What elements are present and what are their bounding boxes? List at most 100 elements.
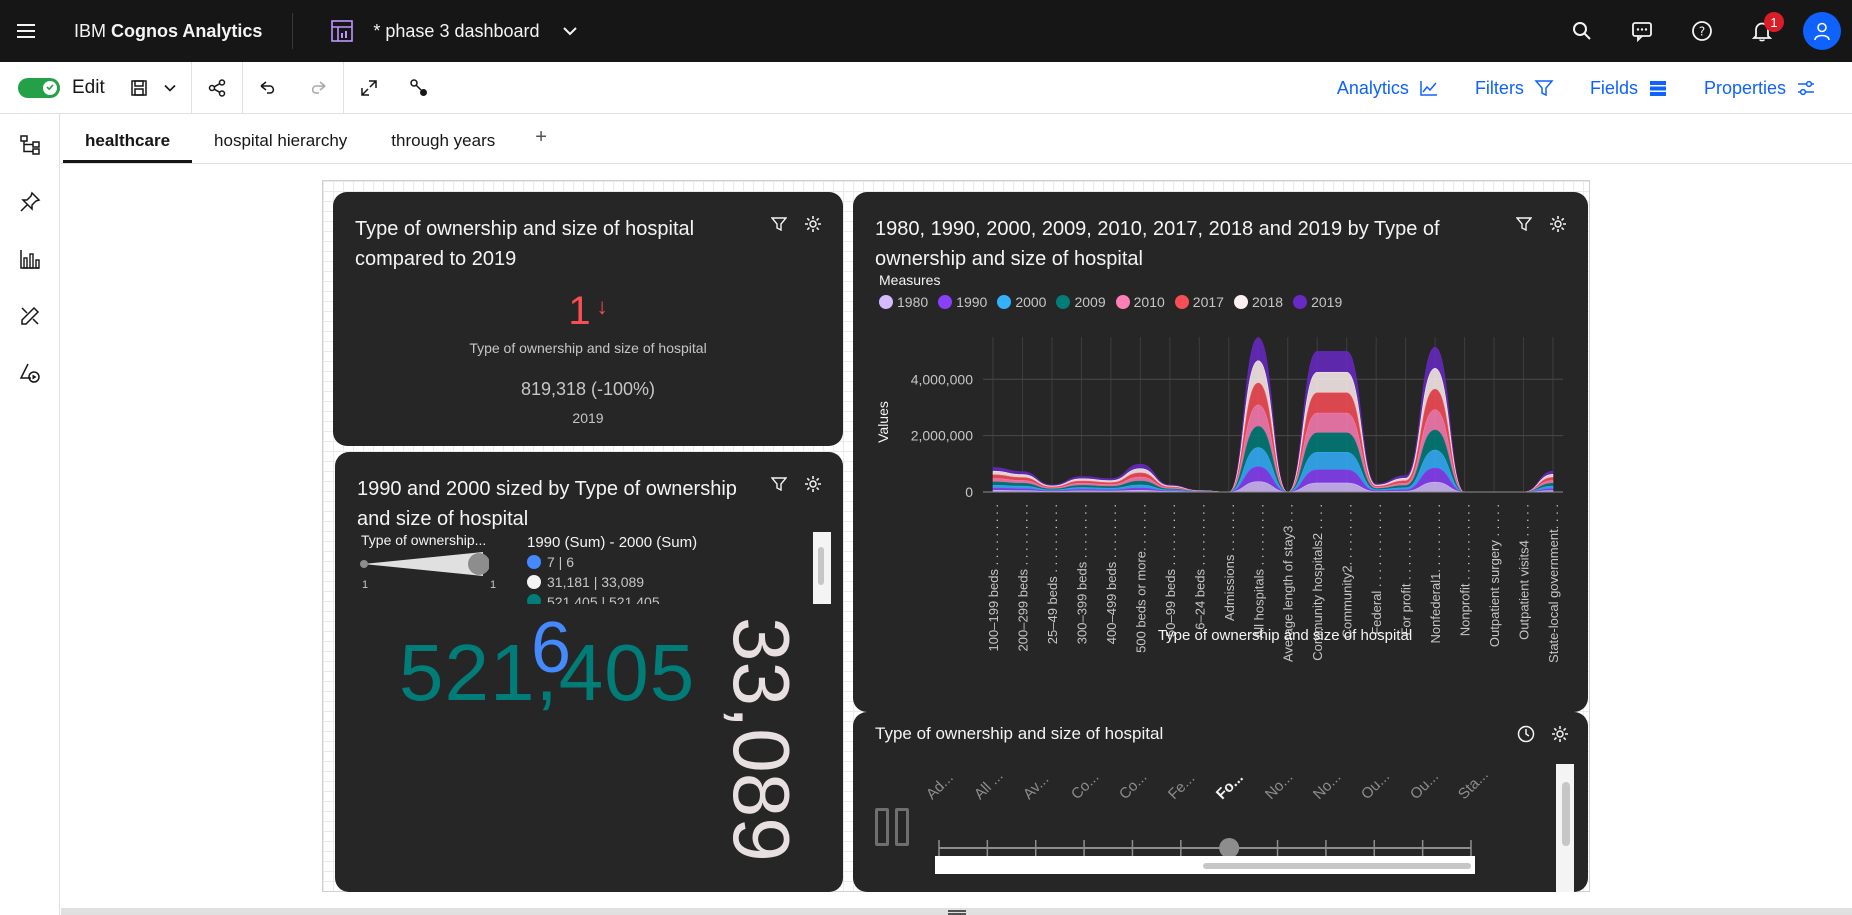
x-tick-label: For profit . . . . . . . . . . . — [1399, 504, 1414, 635]
scrollbar-thumb[interactable] — [1562, 782, 1570, 846]
legend-label: 2009 — [1074, 294, 1106, 310]
size-widget[interactable]: 1990 and 2000 sized by Type of ownership… — [335, 452, 843, 892]
legend-swatch — [1056, 295, 1071, 309]
legend-title: Measures — [879, 272, 941, 288]
x-tick-label: 6–24 beds . . . . . . . . . — [1192, 504, 1207, 630]
x-tick-label: All hospitals . . . . . . . . . — [1251, 504, 1266, 638]
kpi-label: Type of ownership and size of hospital — [469, 340, 707, 356]
filter-icon[interactable] — [769, 214, 789, 234]
avatar[interactable] — [1803, 12, 1841, 50]
top-header: IBM Cognos Analytics * phase 3 dashboard… — [0, 0, 1852, 62]
edit-label: Edit — [72, 76, 105, 98]
add-tab-button[interactable]: + — [517, 113, 565, 163]
tab-through-years[interactable]: through years — [369, 113, 517, 163]
legend-swatch — [1174, 295, 1189, 309]
size-value-white[interactable]: 33,089 — [715, 617, 807, 862]
legend-label: 1980 — [897, 294, 929, 310]
fields-button[interactable]: Fields — [1590, 78, 1668, 99]
pause-button[interactable] — [875, 808, 909, 846]
legend-item[interactable]: 2019 — [1293, 294, 1342, 310]
share-icon[interactable] — [192, 62, 242, 114]
scrollbar-thumb[interactable] — [1203, 863, 1471, 869]
header-actions: ? 1 — [1552, 0, 1852, 62]
x-tick-label: 300–399 beds . . . . . . . . — [1074, 504, 1089, 644]
dashboard-title[interactable]: * phase 3 dashboard — [373, 21, 539, 42]
edit-toggle[interactable] — [18, 77, 60, 98]
chevron-down-icon[interactable] — [155, 62, 185, 114]
filter-icon[interactable] — [769, 474, 789, 494]
legend-item[interactable]: 2000 — [997, 294, 1046, 310]
slider-min: 1 — [362, 579, 369, 591]
x-tick-label: State-local government. . . . — [1546, 504, 1561, 663]
undo-icon[interactable] — [243, 62, 293, 114]
x-tick-label: 50–99 beds . . . . . . . . . — [1163, 504, 1178, 637]
data-sources-icon[interactable] — [0, 116, 60, 173]
legend-item[interactable]: 1980 — [879, 294, 928, 310]
size-value-blue[interactable]: 6 — [531, 607, 571, 689]
relationship-icon[interactable] — [394, 62, 444, 114]
chevron-down-icon[interactable] — [562, 23, 578, 39]
drag-handle-icon[interactable] — [948, 910, 966, 912]
chat-icon[interactable] — [1612, 0, 1672, 62]
save-icon[interactable] — [123, 62, 155, 114]
tab-healthcare[interactable]: healthcare — [63, 113, 193, 163]
filter-icon[interactable] — [1514, 214, 1534, 234]
filter-icon — [1534, 80, 1554, 97]
pause-bar — [875, 808, 889, 846]
settings-icon[interactable] — [803, 214, 823, 234]
legend-item: 521,405 | 521,405 — [527, 594, 660, 604]
toolbar-right: Analytics Filters Fields Properties — [1337, 62, 1852, 114]
timeline-widget[interactable]: Type of ownership and size of hospital A… — [853, 712, 1588, 892]
timeline-track[interactable] — [935, 748, 1475, 858]
legend-item[interactable]: 2010 — [1115, 294, 1165, 310]
y-tick-label: 4,000,000 — [911, 371, 973, 387]
legend-label: 2019 — [1311, 294, 1343, 310]
scrollbar-thumb[interactable] — [818, 547, 824, 585]
widget-title: Type of ownership and size of hospital c… — [355, 214, 694, 274]
user-menu[interactable] — [1792, 0, 1852, 62]
search-icon[interactable] — [1552, 0, 1612, 62]
legend-item[interactable]: 1990 — [938, 294, 987, 310]
kpi-widget[interactable]: Type of ownership and size of hospital c… — [333, 192, 843, 446]
pin-icon[interactable] — [0, 173, 60, 230]
legend-swatch — [527, 594, 541, 604]
settings-icon[interactable] — [1550, 724, 1570, 744]
legend-text: 31,181 | 33,089 — [547, 574, 645, 590]
properties-label: Properties — [1703, 77, 1786, 98]
legend-item[interactable]: 2009 — [1056, 294, 1106, 310]
shapes-icon[interactable] — [0, 344, 60, 401]
x-tick-label: 200–299 beds . . . . . . . . . — [1015, 504, 1030, 651]
visualizations-icon[interactable] — [0, 230, 60, 287]
filters-button[interactable]: Filters — [1475, 78, 1554, 99]
area-chart-widget[interactable]: 1980, 1990, 2000, 2009, 2010, 2017, 2018… — [853, 192, 1588, 712]
kpi-number: 1 — [568, 289, 591, 333]
widget-actions — [769, 474, 823, 494]
clock-icon[interactable] — [1516, 724, 1536, 744]
legend-item: 7 | 6 — [527, 554, 574, 570]
fields-label: Fields — [1589, 77, 1638, 98]
settings-icon[interactable] — [1548, 214, 1568, 234]
assets-icon[interactable] — [0, 287, 60, 344]
analytics-button[interactable]: Analytics — [1337, 78, 1439, 99]
redo-icon[interactable] — [293, 62, 343, 114]
notification-bell-icon[interactable]: 1 — [1732, 0, 1792, 62]
fields-icon — [1649, 81, 1666, 96]
legend-item[interactable]: 2018 — [1233, 294, 1283, 310]
settings-icon[interactable] — [803, 474, 823, 494]
size-slider[interactable] — [359, 550, 489, 590]
x-tick-label: Admissions . . . . . . . — [1222, 504, 1237, 621]
fullscreen-icon[interactable] — [344, 62, 394, 114]
legend-swatch — [1115, 295, 1130, 309]
svg-text:?: ? — [1699, 25, 1705, 39]
kpi-baseline: 819,318 (-100%) — [520, 379, 656, 399]
kpi-year: 2019 — [572, 410, 604, 426]
legend-item[interactable]: 2017 — [1174, 294, 1224, 310]
x-tick-label: 100–199 beds . . . . . . . . . — [986, 504, 1001, 651]
legend-swatch — [527, 555, 541, 569]
timeline-handle[interactable] — [1219, 838, 1240, 858]
help-icon[interactable]: ? — [1672, 0, 1732, 62]
properties-button[interactable]: Properties — [1704, 78, 1816, 99]
area-chart[interactable]: 0 2,000,000 4,000,000 Values 100–199 beds . … — [853, 322, 1588, 712]
tab-hospital-hierarchy[interactable]: hospital hierarchy — [192, 113, 369, 163]
menu-icon[interactable] — [0, 0, 52, 62]
